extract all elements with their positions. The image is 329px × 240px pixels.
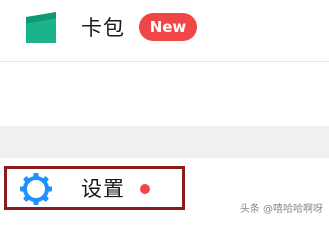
menu-item-cards[interactable]: 卡包 New <box>0 0 329 60</box>
watermark: 头条 @嘻哈哈啊呀 <box>239 204 323 215</box>
notification-dot <box>140 184 150 194</box>
card-wallet-icon <box>26 12 56 43</box>
menu-item-label: 设置 <box>81 177 125 201</box>
gear-icon <box>20 173 52 205</box>
menu-item-stickers[interactable]: 表情 <box>0 62 329 175</box>
section-gap <box>0 126 329 158</box>
menu-item-label: 卡包 <box>81 16 125 40</box>
new-badge: New <box>139 13 197 41</box>
